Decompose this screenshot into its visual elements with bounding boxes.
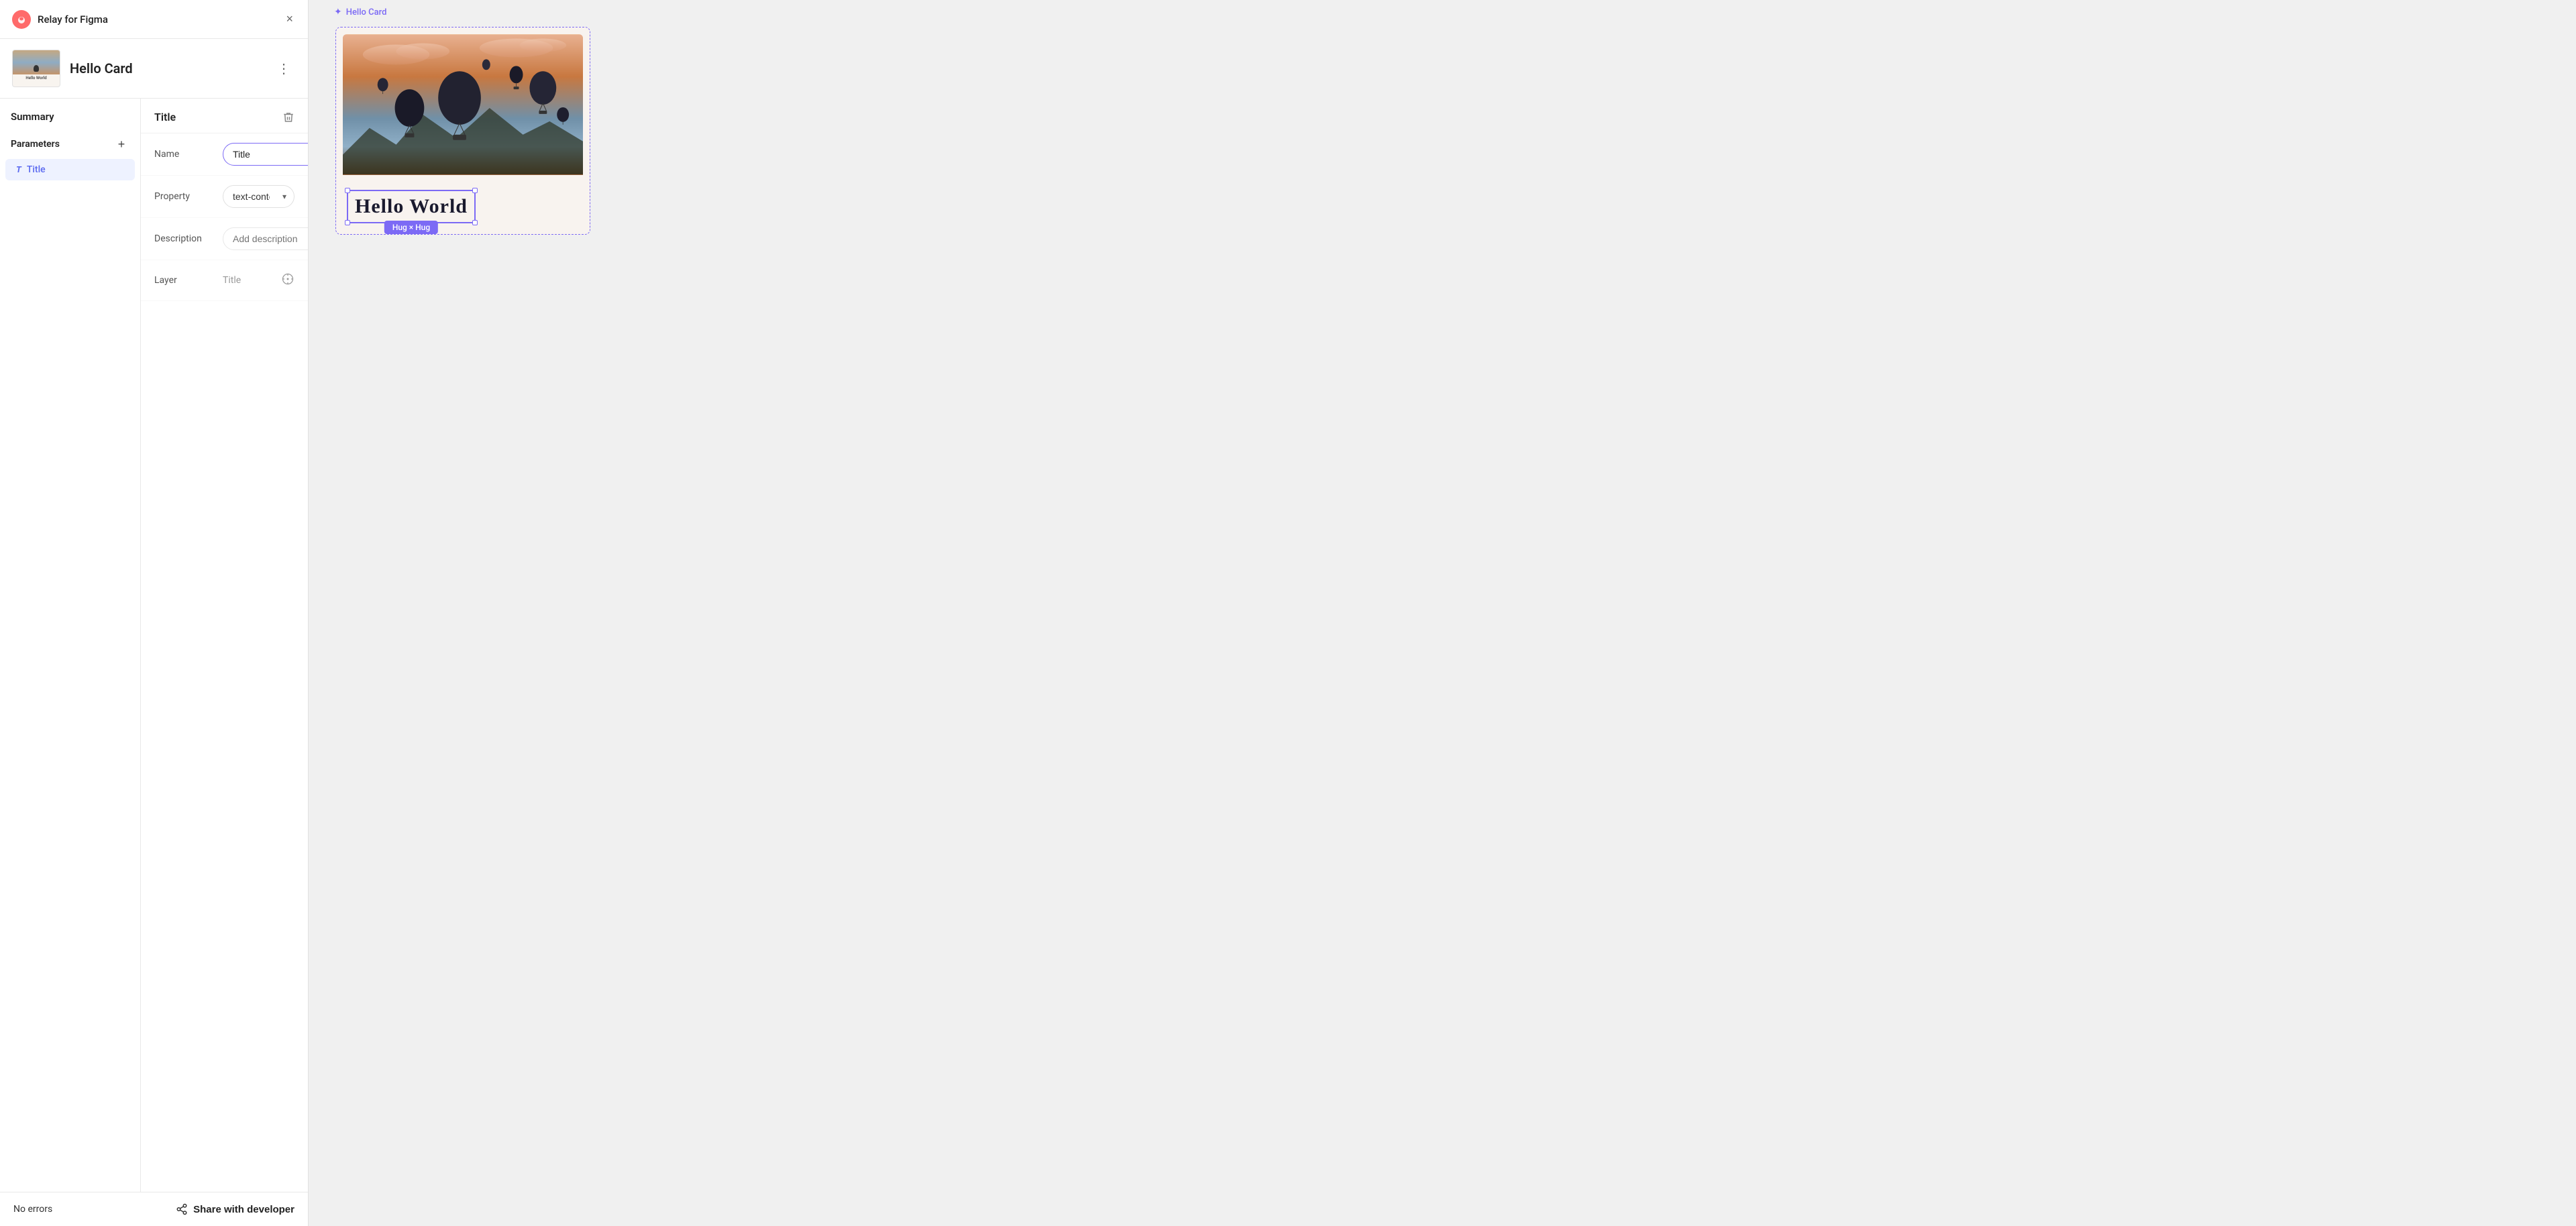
detail-panel: Title Name Property xyxy=(141,99,308,1192)
summary-section-title: Summary xyxy=(0,99,140,129)
delete-button[interactable] xyxy=(282,111,294,123)
selection-handle-top-right xyxy=(472,188,478,193)
thumbnail-text: Hello World xyxy=(13,74,60,82)
share-with-developer-button[interactable]: Share with developer xyxy=(176,1203,294,1215)
detail-panel-title: Title xyxy=(154,111,176,123)
card-title-selected-area: Hello World Hug × Hug xyxy=(347,190,476,223)
card-title-wrapper: Hello World Hug × Hug xyxy=(336,182,590,234)
component-thumbnail: Hello World xyxy=(12,50,60,87)
layer-label: Layer xyxy=(154,275,215,286)
add-parameter-button[interactable]: + xyxy=(113,136,129,152)
panel-header-left: Relay for Figma xyxy=(12,10,108,29)
thumbnail-balloon-icon xyxy=(34,65,39,72)
description-field-row: Description xyxy=(141,218,308,260)
relay-logo-icon xyxy=(12,10,31,29)
component-header-left: Hello World Hello Card xyxy=(12,50,133,87)
card-title-text: Hello World xyxy=(355,195,468,217)
params-sidebar: Summary Parameters + T Title xyxy=(0,99,141,1192)
layer-target-button[interactable] xyxy=(281,272,294,289)
parameters-label: Parameters xyxy=(11,139,60,150)
detail-header: Title xyxy=(141,99,308,133)
balloon-scene-svg xyxy=(343,34,583,175)
property-label: Property xyxy=(154,191,215,202)
name-field-row: Name xyxy=(141,133,308,176)
param-item-title[interactable]: T Title xyxy=(5,159,135,180)
canvas-component-name: Hello Card xyxy=(346,7,387,17)
property-select-wrapper: text-content visible fill ▾ xyxy=(223,185,294,208)
close-button[interactable]: × xyxy=(283,9,296,29)
property-select[interactable]: text-content visible fill xyxy=(223,185,294,208)
right-canvas: ✦ Hello Card xyxy=(309,0,2576,1226)
description-label: Description xyxy=(154,233,215,244)
param-name: Title xyxy=(27,164,46,175)
thumbnail-image xyxy=(13,50,60,74)
kebab-menu-button[interactable]: ⋮ xyxy=(272,58,296,80)
no-errors-label: No errors xyxy=(13,1204,52,1215)
selection-handle-bottom-right xyxy=(472,220,478,225)
selection-handle-top-left xyxy=(345,188,350,193)
description-input[interactable] xyxy=(223,227,308,250)
param-type-icon: T xyxy=(16,165,21,175)
panel-footer: No errors Share with developer xyxy=(0,1192,308,1226)
layer-field-row: Layer Title xyxy=(141,260,308,301)
hug-badge: Hug × Hug xyxy=(384,221,438,234)
card-image xyxy=(343,34,583,175)
component-diamond-icon: ✦ xyxy=(334,7,342,17)
parameters-section-header: Parameters + xyxy=(0,129,140,159)
component-header: Hello World Hello Card ⋮ xyxy=(0,39,308,99)
canvas-component-label: ✦ Hello Card xyxy=(334,7,386,17)
name-label: Name xyxy=(154,149,215,160)
left-panel: Relay for Figma × Hello World Hello Card… xyxy=(0,0,309,1226)
share-icon xyxy=(176,1203,188,1215)
hello-card: Hello World Hug × Hug xyxy=(335,27,590,235)
split-content: Summary Parameters + T Title Title xyxy=(0,99,308,1192)
panel-header: Relay for Figma × xyxy=(0,0,308,39)
name-input[interactable] xyxy=(223,143,308,166)
app-title: Relay for Figma xyxy=(38,13,108,25)
selection-handle-bottom-left xyxy=(345,220,350,225)
layer-value: Title xyxy=(223,270,273,291)
property-field-row: Property text-content visible fill ▾ xyxy=(141,176,308,218)
canvas-component-wrapper: ✦ Hello Card xyxy=(335,27,590,235)
component-name: Hello Card xyxy=(70,60,133,76)
